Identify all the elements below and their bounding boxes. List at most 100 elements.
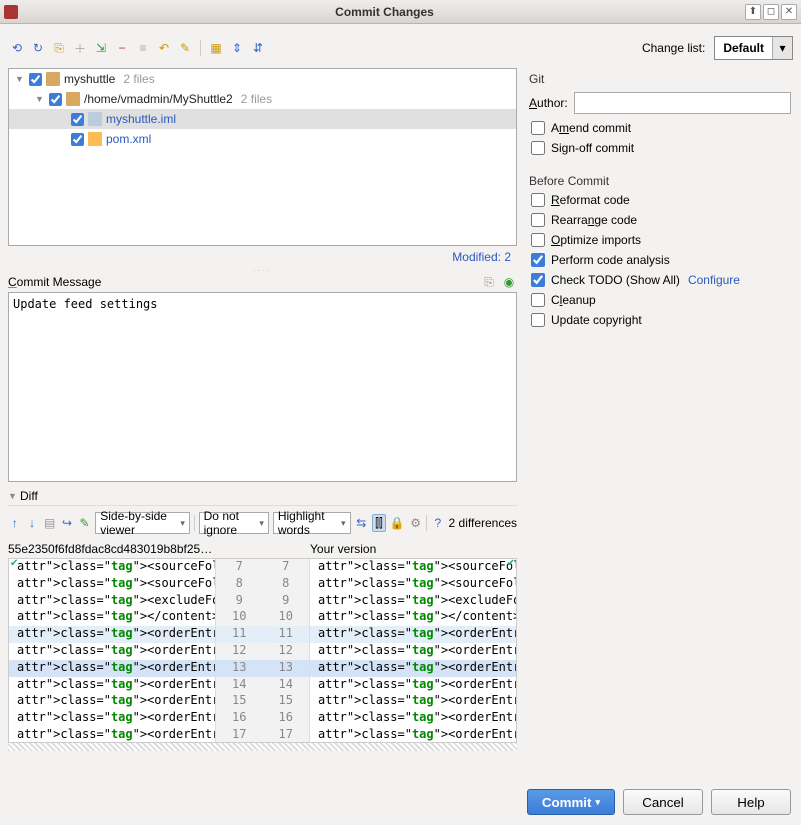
add-icon[interactable]: ＋	[71, 39, 89, 57]
apply-icon[interactable]: ✎	[78, 514, 91, 532]
expander-icon[interactable]: ▼	[15, 74, 25, 84]
commit-button[interactable]: Commit	[527, 789, 615, 815]
change-list-combo[interactable]: Default ▾	[714, 36, 793, 60]
commit-message-input[interactable]	[8, 292, 517, 482]
tree-root[interactable]: ▼ myshuttle 2 files	[9, 69, 516, 89]
tree-file-checkbox[interactable]	[71, 133, 84, 146]
cancel-button[interactable]: Cancel	[623, 789, 703, 815]
diff-left-pane[interactable]: attr">class="tag"><sourceFolder attr">ur…	[9, 559, 215, 742]
change-list-value: Default	[715, 41, 772, 55]
analysis-checkbox[interactable]	[531, 253, 545, 267]
whitespace-combo[interactable]: Do not ignore	[199, 512, 269, 534]
tree-file[interactable]: myshuttle.iml	[9, 109, 516, 129]
signoff-label: Sign-off commit	[551, 141, 634, 155]
diff-gutter: 77889910101111121213131414151516161717	[215, 559, 310, 742]
signoff-checkbox-row[interactable]: Sign-off commit	[529, 138, 791, 158]
lock-icon[interactable]: 🔒	[390, 514, 405, 532]
refresh-icon[interactable]: ⟲	[8, 39, 26, 57]
close-button[interactable]: ✕	[781, 4, 797, 20]
move-icon[interactable]: ⇲	[92, 39, 110, 57]
todo-row[interactable]: Check TODO (Show All) Configure	[529, 270, 791, 290]
edit-icon[interactable]: ✎	[176, 39, 194, 57]
next-diff-icon[interactable]: ↓	[25, 514, 38, 532]
tree-file[interactable]: pom.xml	[9, 129, 516, 149]
remove-icon[interactable]: −	[113, 39, 131, 57]
help-button[interactable]: Help	[711, 789, 791, 815]
vcs-icon[interactable]: ◉	[501, 274, 517, 290]
amend-checkbox-row[interactable]: Amend commit	[529, 118, 791, 138]
collapse-icon[interactable]: ⇆	[355, 514, 368, 532]
tree-path-name: /home/vmadmin/MyShuttle2	[84, 92, 233, 106]
main-toolbar: ⟲ ↻ ⎘ ＋ ⇲ − ≡ ↶ ✎ ▦ ⇕ ⇵ Change list: Def…	[8, 32, 793, 68]
tree-path[interactable]: ▼ /home/vmadmin/MyShuttle2 2 files	[9, 89, 516, 109]
signoff-checkbox[interactable]	[531, 141, 545, 155]
pin-button[interactable]: ⬆	[745, 4, 761, 20]
maximize-button[interactable]: ◻	[763, 4, 779, 20]
copyright-row[interactable]: Update copyright	[529, 310, 791, 330]
author-label: Author:	[529, 96, 568, 110]
diff-right-title: Your version	[310, 542, 517, 556]
highlight-combo[interactable]: Highlight words	[273, 512, 351, 534]
undo-icon[interactable]: ↶	[155, 39, 173, 57]
cleanup-checkbox[interactable]	[531, 293, 545, 307]
copy-icon[interactable]: ⎘	[50, 39, 68, 57]
diff-toolbar: ↑ ↓ ▤ ↪ ✎ Side-by-side viewer Do not ign…	[8, 506, 517, 540]
optimize-row[interactable]: Optimize imports	[529, 230, 791, 250]
tree-file-checkbox[interactable]	[71, 113, 84, 126]
open-file-icon[interactable]: ▤	[43, 514, 56, 532]
collapse-all-icon[interactable]: ⇵	[249, 39, 267, 57]
window-title: Commit Changes	[26, 5, 743, 19]
expand-all-icon[interactable]: ⇕	[228, 39, 246, 57]
todo-checkbox[interactable]	[531, 273, 545, 287]
dialog-footer: Commit Cancel Help	[527, 789, 791, 815]
tree-root-name: myshuttle	[64, 72, 115, 86]
list-icon[interactable]: ≡	[134, 39, 152, 57]
diff-viewer[interactable]: attr">class="tag"><sourceFolder attr">ur…	[8, 558, 517, 743]
git-section-title: Git	[529, 68, 791, 88]
author-input[interactable]	[574, 92, 791, 114]
diff-right-pane[interactable]: attr">class="tag"><sourceFolder attr">ur…	[310, 559, 516, 742]
chevron-down-icon[interactable]: ▾	[772, 37, 792, 59]
check-icon: ✔	[10, 558, 18, 569]
help-icon[interactable]: ?	[431, 514, 444, 532]
tree-path-checkbox[interactable]	[49, 93, 62, 106]
rearrange-row[interactable]: Rearrange code	[529, 210, 791, 230]
viewer-mode-combo[interactable]: Side-by-side viewer	[95, 512, 190, 534]
change-list-label: Change list:	[642, 41, 705, 55]
reformat-checkbox[interactable]	[531, 193, 545, 207]
check-icon: ✔	[507, 558, 515, 569]
diff-count: 2 differences	[449, 516, 518, 530]
before-commit-title: Before Commit	[529, 170, 791, 190]
amend-label: Amend commit	[551, 121, 631, 135]
copyright-checkbox[interactable]	[531, 313, 545, 327]
app-icon	[4, 5, 18, 19]
folder-icon	[66, 92, 80, 106]
expander-icon[interactable]: ▼	[8, 491, 20, 501]
tree-root-checkbox[interactable]	[29, 73, 42, 86]
diff-section-label: Diff	[20, 489, 38, 503]
rearrange-checkbox[interactable]	[531, 213, 545, 227]
reformat-row[interactable]: Reformat code	[529, 190, 791, 210]
optimize-checkbox[interactable]	[531, 233, 545, 247]
sync-icon[interactable]: ↻	[29, 39, 47, 57]
configure-link[interactable]: Configure	[688, 273, 740, 287]
tree-file-name: pom.xml	[106, 132, 151, 146]
folder-icon	[46, 72, 60, 86]
cleanup-row[interactable]: Cleanup	[529, 290, 791, 310]
titlebar: Commit Changes ⬆ ◻ ✕	[0, 0, 801, 24]
jump-icon[interactable]: ↪	[60, 514, 73, 532]
group-icon[interactable]: ▦	[207, 39, 225, 57]
amend-checkbox[interactable]	[531, 121, 545, 135]
analysis-row[interactable]: Perform code analysis	[529, 250, 791, 270]
expander-icon[interactable]: ▼	[35, 94, 45, 104]
settings-icon[interactable]: ⚙	[409, 514, 422, 532]
tree-root-count: 2 files	[123, 72, 154, 86]
history-icon[interactable]: ⎘	[481, 274, 497, 290]
xml-file-icon	[88, 132, 102, 146]
prev-diff-icon[interactable]: ↑	[8, 514, 21, 532]
file-tree[interactable]: ▼ myshuttle 2 files ▼ /home/vmadmin/MySh…	[8, 68, 517, 246]
diff-left-title: 55e2350f6fd8fdac8cd483019b8bf257e26c3c8b…	[8, 542, 215, 556]
tree-path-count: 2 files	[241, 92, 272, 106]
sync-scroll-icon[interactable]: ⫿⫿	[372, 514, 386, 532]
iml-file-icon	[88, 112, 102, 126]
